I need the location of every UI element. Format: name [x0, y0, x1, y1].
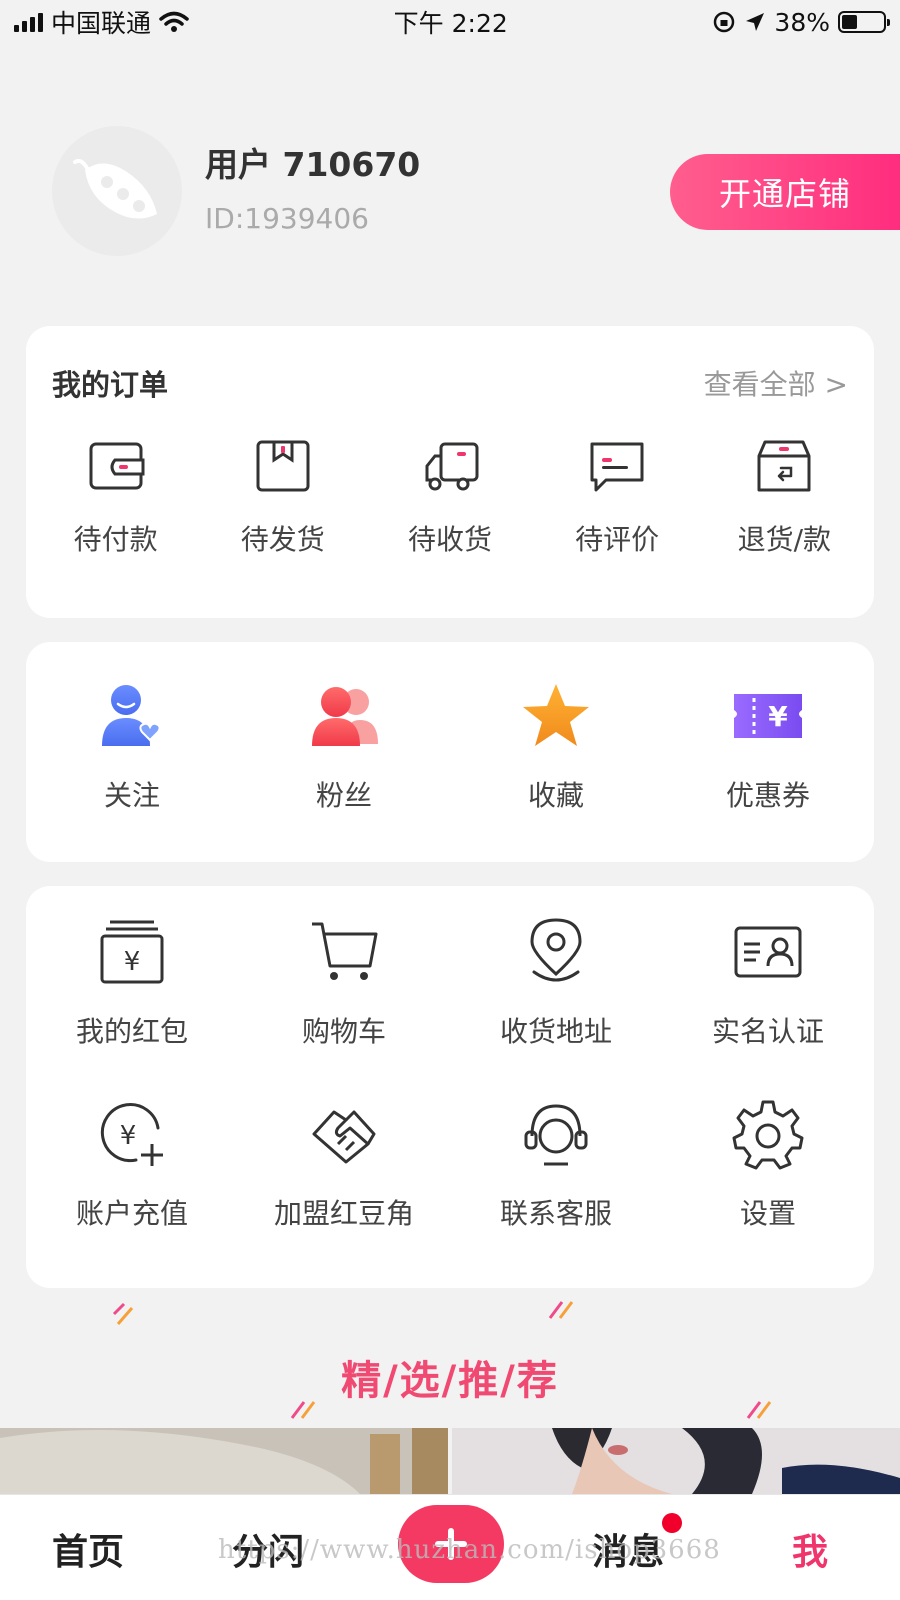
- favorites-entry[interactable]: 收藏: [450, 680, 662, 814]
- wallet-icon: [89, 442, 145, 490]
- grid-label: 设置: [739, 1197, 796, 1230]
- svg-text:¥: ¥: [124, 947, 141, 977]
- handshake-icon: [312, 1110, 376, 1164]
- status-left: 中国联通: [14, 4, 189, 40]
- coupon-icon: ¥: [734, 694, 802, 738]
- order-label: 待评价: [575, 523, 660, 556]
- recommend-section: 精/选/推/荐: [0, 1300, 900, 1430]
- order-pending-receipt[interactable]: 待收货: [370, 436, 530, 558]
- open-shop-button[interactable]: 开通店铺: [670, 154, 900, 230]
- cart-entry[interactable]: 购物车: [238, 916, 450, 1050]
- address-entry[interactable]: 收货地址: [450, 916, 662, 1050]
- order-label: 退货/款: [737, 523, 832, 556]
- gear-icon: [732, 1100, 804, 1170]
- tools-row-2: ¥ 账户充值 加盟红豆角 联系客服 设置: [26, 1098, 874, 1232]
- recharge-icon: ¥: [100, 1103, 163, 1166]
- social-row: 关注 粉丝 收藏 ¥ 优惠券: [26, 680, 874, 814]
- slash-decoration: [112, 1302, 134, 1325]
- order-label: 待收货: [407, 523, 492, 556]
- signal-icon: [14, 12, 43, 32]
- product-image: [0, 1428, 448, 1494]
- recharge-entry[interactable]: ¥ 账户充值: [26, 1098, 238, 1232]
- cart-icon: [312, 922, 378, 980]
- svg-text:¥: ¥: [768, 700, 788, 733]
- comment-icon: [590, 442, 644, 492]
- location-icon: [530, 918, 582, 982]
- username: 用户 710670: [205, 145, 421, 184]
- fans-entry[interactable]: 粉丝: [238, 680, 450, 814]
- red-packet-entry[interactable]: ¥ 我的红包: [26, 916, 238, 1050]
- tools-row-1: ¥ 我的红包 购物车 收货地址 实名认证: [26, 916, 874, 1050]
- fans-icon: [312, 687, 378, 746]
- coupons-entry[interactable]: ¥ 优惠券: [662, 680, 874, 814]
- return-box-icon: [757, 440, 811, 492]
- order-pending-payment[interactable]: 待付款: [36, 436, 196, 558]
- bottom-tab-bar: 首页 分闪 消息 我 https://www.huzhan.com/ishop3…: [0, 1494, 900, 1600]
- grid-label: 购物车: [301, 1015, 386, 1048]
- battery-percent: 38%: [774, 7, 830, 37]
- tools-card: ¥ 我的红包 购物车 收货地址 实名认证 ¥ 账户充值 加盟红豆角 联系客服 设…: [26, 886, 874, 1288]
- grid-label: 加盟红豆角: [273, 1197, 414, 1230]
- watermark-text: https://www.huzhan.com/ishop3668: [218, 1535, 721, 1565]
- order-label: 待发货: [240, 523, 325, 556]
- svg-text:¥: ¥: [120, 1121, 137, 1151]
- slash-decoration: [548, 1301, 574, 1319]
- status-bar: 中国联通 下午 2:22 38%: [0, 0, 900, 44]
- real-name-entry[interactable]: 实名认证: [662, 916, 874, 1050]
- grid-label: 粉丝: [315, 779, 372, 812]
- join-franchise-entry[interactable]: 加盟红豆角: [238, 1098, 450, 1232]
- order-pending-shipment[interactable]: 待发货: [203, 436, 363, 558]
- view-all-orders-link[interactable]: 查看全部 >: [704, 363, 848, 403]
- headset-icon: [524, 1104, 588, 1166]
- order-status-row: 待付款 待发货 待收货 待评价 退货/款: [26, 436, 874, 558]
- pea-pod-logo-icon: [73, 158, 157, 219]
- order-pending-review[interactable]: 待评价: [537, 436, 697, 558]
- customer-service-entry[interactable]: 联系客服: [450, 1098, 662, 1232]
- tab-home[interactable]: 首页: [52, 1523, 124, 1575]
- grid-label: 我的红包: [75, 1015, 188, 1048]
- grid-label: 优惠券: [725, 779, 810, 812]
- status-right: 38%: [712, 7, 890, 37]
- recommend-title: 精/选/推/荐: [341, 1358, 559, 1404]
- truck-icon: [425, 442, 479, 491]
- order-refund[interactable]: 退货/款: [704, 436, 864, 558]
- order-label: 待付款: [73, 523, 158, 556]
- carrier-label: 中国联通: [51, 9, 152, 38]
- wifi-icon: [159, 11, 189, 32]
- profile-header: 用户 710670 ID:1939406 开通店铺: [0, 120, 900, 260]
- product-card[interactable]: [0, 1428, 448, 1494]
- id-card-icon: [734, 926, 802, 978]
- follow-entry[interactable]: 关注: [26, 680, 238, 814]
- package-icon: [256, 440, 310, 492]
- settings-entry[interactable]: 设置: [662, 1098, 874, 1232]
- red-packet-icon: ¥: [100, 920, 164, 984]
- grid-label: 收货地址: [499, 1015, 612, 1048]
- rotation-lock-icon: [714, 11, 735, 33]
- unread-badge-dot: [662, 1513, 682, 1533]
- star-icon: [523, 684, 589, 746]
- battery-fill: [842, 15, 858, 29]
- orders-title: 我的订单: [52, 368, 169, 402]
- grid-label: 账户充值: [75, 1197, 188, 1230]
- product-card[interactable]: [452, 1428, 900, 1494]
- grid-label: 收藏: [527, 779, 584, 812]
- product-image: [452, 1428, 900, 1494]
- clock: 下午 2:22: [393, 9, 508, 38]
- social-card: 关注 粉丝 收藏 ¥ 优惠券: [26, 642, 874, 862]
- battery-icon: [838, 11, 890, 33]
- grid-label: 实名认证: [711, 1015, 824, 1048]
- location-arrow-icon: [746, 13, 765, 31]
- grid-label: 关注: [103, 779, 160, 812]
- orders-card: 我的订单 查看全部 > 待付款 待发货 待收货 待评价 退货/款: [26, 326, 874, 618]
- orders-header: 我的订单 查看全部 >: [52, 362, 848, 404]
- avatar[interactable]: [52, 126, 182, 256]
- tab-me[interactable]: 我: [792, 1523, 828, 1575]
- product-grid: [0, 1428, 900, 1494]
- grid-label: 联系客服: [499, 1197, 612, 1230]
- follow-user-icon: [102, 685, 161, 746]
- user-id: ID:1939406: [205, 202, 369, 235]
